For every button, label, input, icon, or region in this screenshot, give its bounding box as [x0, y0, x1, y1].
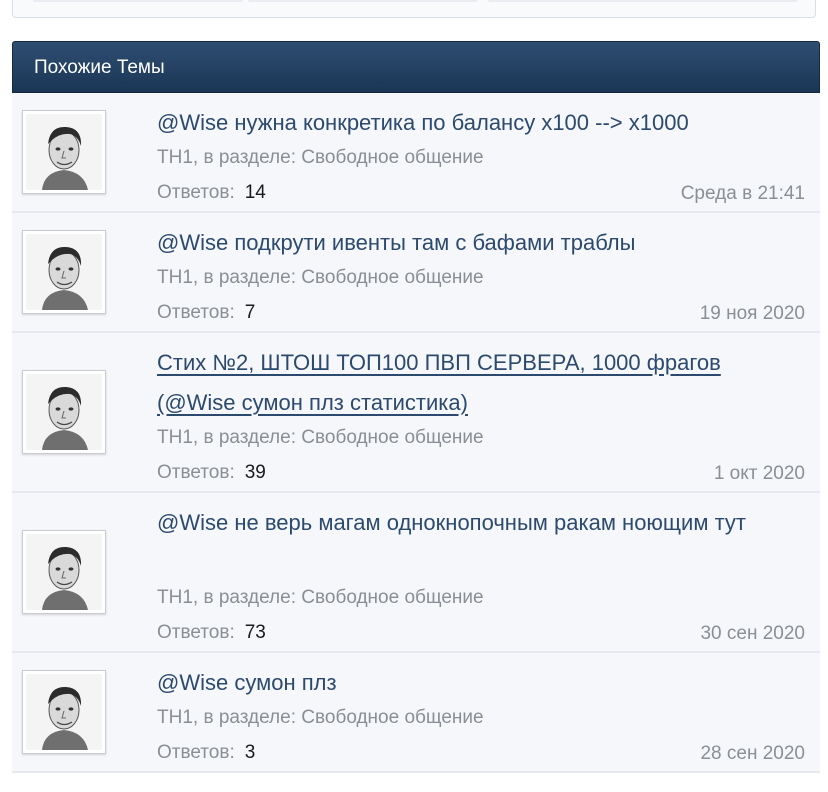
replies-count: 39	[244, 462, 266, 483]
thread-forum-line: TH1, в разделе: Свободное общение	[157, 587, 484, 608]
avatar-portrait	[26, 114, 102, 190]
thread-title-link[interactable]: @Wise подкрути ивенты там с бафами трабл…	[157, 223, 790, 263]
remnant-tab	[33, 0, 243, 2]
user-avatar-icon[interactable]	[22, 110, 106, 194]
thread-replies: Ответов: 73	[157, 622, 266, 644]
thread-list: @Wise нужна конкретика по балансу х100 -…	[12, 93, 820, 773]
replies-count: 73	[244, 622, 266, 643]
user-avatar-icon[interactable]	[22, 530, 106, 614]
similar-threads-header: Похожие Темы	[12, 41, 820, 93]
avatar-portrait	[26, 374, 102, 450]
thread-forum-line: TH1, в разделе: Свободное общение	[157, 707, 484, 728]
thread-replies: Ответов: 7	[157, 302, 255, 324]
thread-forum-line: TH1, в разделе: Свободное общение	[157, 267, 484, 288]
user-avatar-icon[interactable]	[22, 370, 106, 454]
avatar-portrait	[26, 534, 102, 610]
previous-panel-remnant	[12, 0, 816, 18]
thread-replies: Ответов: 39	[157, 462, 266, 484]
thread-title-link[interactable]: @Wise не верь магам однокнопочным ракам …	[157, 503, 790, 543]
thread-title-link[interactable]: Стих №2, ШТОШ ТОП100 ПВП СЕРВЕРА, 1000 ф…	[157, 343, 790, 423]
replies-label: Ответов:	[157, 622, 235, 643]
avatar-portrait	[26, 234, 102, 310]
thread-date: 1 окт 2020	[713, 463, 805, 484]
thread-replies: Ответов: 3	[157, 742, 255, 764]
replies-label: Ответов:	[157, 742, 235, 763]
thread-replies: Ответов: 14	[157, 182, 266, 204]
replies-label: Ответов:	[157, 462, 235, 483]
replies-count: 14	[244, 182, 266, 203]
user-avatar-icon[interactable]	[22, 670, 106, 754]
avatar-portrait	[26, 674, 102, 750]
thread-title-link[interactable]: @Wise нужна конкретика по балансу х100 -…	[157, 103, 790, 143]
replies-count: 7	[244, 302, 256, 323]
thread-date: Среда в 21:41	[680, 183, 805, 204]
thread-title-link[interactable]: @Wise сумон плз	[157, 663, 790, 703]
user-avatar-icon[interactable]	[22, 230, 106, 314]
thread-row: @Wise нужна конкретика по балансу х100 -…	[12, 93, 820, 213]
thread-row: @Wise подкрути ивенты там с бафами трабл…	[12, 213, 820, 333]
thread-row: @Wise сумон плз TH1, в разделе: Свободно…	[12, 653, 820, 773]
remnant-tab	[488, 0, 798, 2]
thread-forum-line: TH1, в разделе: Свободное общение	[157, 147, 484, 168]
similar-threads-panel: Похожие Темы @Wise нужна конкретика по б…	[12, 41, 820, 773]
replies-count: 3	[244, 742, 256, 763]
thread-date: 28 сен 2020	[700, 743, 805, 764]
thread-date: 30 сен 2020	[700, 623, 805, 644]
remnant-tab	[248, 0, 478, 2]
replies-label: Ответов:	[157, 302, 235, 323]
replies-label: Ответов:	[157, 182, 235, 203]
thread-row: Стих №2, ШТОШ ТОП100 ПВП СЕРВЕРА, 1000 ф…	[12, 333, 820, 493]
thread-date: 19 ноя 2020	[699, 303, 805, 324]
thread-forum-line: TH1, в разделе: Свободное общение	[157, 427, 484, 448]
thread-row: @Wise не верь магам однокнопочным ракам …	[12, 493, 820, 653]
